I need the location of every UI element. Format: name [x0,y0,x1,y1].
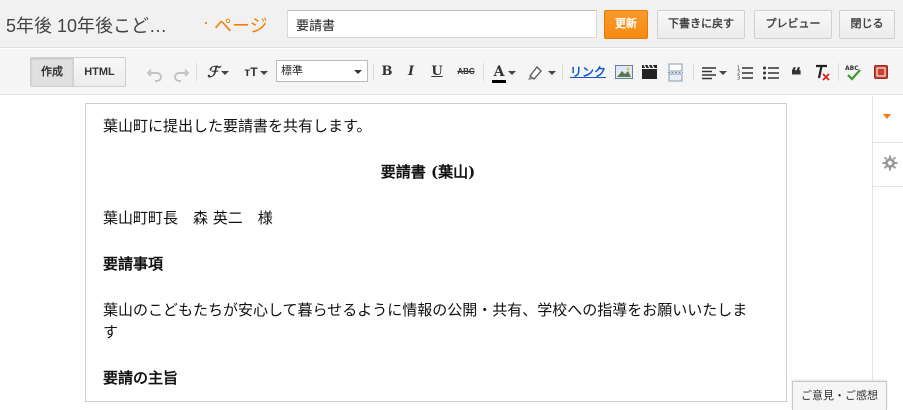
remove-formatting-icon[interactable] [813,61,831,83]
compose-mode-button[interactable]: 作成 [30,57,74,87]
paragraph-format-select[interactable]: 標準 [276,60,368,82]
close-button[interactable]: 閉じる [839,10,895,39]
align-icon[interactable] [700,61,728,83]
video-icon[interactable] [640,61,660,83]
undo-icon[interactable] [147,61,163,83]
paragraph-intro: 葉山町に提出した要請書を共有します。 [103,117,372,135]
toolbar-divider [838,63,839,81]
paragraph-request-items-heading: 要請事項 [103,255,164,273]
revert-to-draft-button[interactable]: 下書きに戻す [657,10,745,39]
formatting-toolbar: 作成 HTML ℱ тT 標準 B I U ABC A リンク 1 2 3 ❝ … [0,49,903,95]
feedback-button[interactable]: ご意見・ご感想 [792,381,887,410]
collapse-arrow-icon[interactable] [883,114,891,119]
post-body-editor[interactable]: 葉山町に提出した要請書を共有します。 要請書 (葉山) 葉山町町長 森 英二 様… [85,103,787,402]
italic-button[interactable]: I [404,61,418,83]
paragraph-heading: 要請書 (葉山) [380,163,476,181]
font-icon[interactable]: ℱ [203,61,233,83]
redo-icon[interactable] [173,61,189,83]
page-title-input[interactable] [287,10,597,38]
paragraph-request-body: 葉山のこどもたちが安心して暮らせるように情報の公開・共有、学校への指導をお願いい… [103,301,748,341]
text-color-icon[interactable]: A [489,61,519,83]
svg-text:3: 3 [737,76,740,82]
toolbar-divider [483,63,484,81]
toolbar-divider [196,63,197,81]
sidebar-divider [873,142,903,143]
toolbar-divider [693,63,694,81]
spellcheck-icon[interactable]: ABC [845,61,863,83]
editor-content[interactable]: 葉山町に提出した要請書を共有します。 要請書 (葉山) 葉山町町長 森 英二 様… [103,115,753,401]
chevron-down-icon [354,70,362,74]
toolbar-divider [562,63,563,81]
input-tools-icon[interactable] [873,61,889,83]
paragraph-purpose-heading: 要請の主旨 [103,369,179,387]
gear-icon[interactable] [882,155,898,176]
bold-button[interactable]: B [380,61,394,83]
update-button[interactable]: 更新 [604,10,648,39]
page-type-label: ページ [214,16,268,36]
sidebar-divider [873,186,903,187]
preview-button[interactable]: プレビュー [754,10,832,39]
image-icon[interactable] [614,61,634,83]
svg-text:ABC: ABC [845,65,859,72]
html-mode-button[interactable]: HTML [74,57,126,87]
editor-mode-toggle: 作成 HTML [30,57,126,87]
title-separator: · [203,12,209,32]
highlight-icon[interactable] [526,61,556,83]
underline-button[interactable]: U [430,61,444,83]
numbered-list-icon[interactable]: 123 [736,61,754,83]
strikethrough-button[interactable]: ABC [455,61,477,83]
bullet-list-icon[interactable] [762,61,780,83]
toolbar-divider [373,63,374,81]
jump-break-icon[interactable] [666,61,686,83]
blog-title[interactable]: 5年後 10年後こど… [6,12,167,38]
settings-sidebar [872,96,903,410]
font-size-icon[interactable]: тT [241,61,271,83]
quote-icon[interactable]: ❝ [788,61,804,87]
editor-header: 5年後 10年後こど… · ページ 更新 下書きに戻す プレビュー 閉じる [0,0,903,48]
paragraph-addressee: 葉山町町長 森 英二 様 [103,209,273,227]
link-button[interactable]: リンク [570,61,606,83]
paragraph-format-value: 標準 [281,65,303,77]
